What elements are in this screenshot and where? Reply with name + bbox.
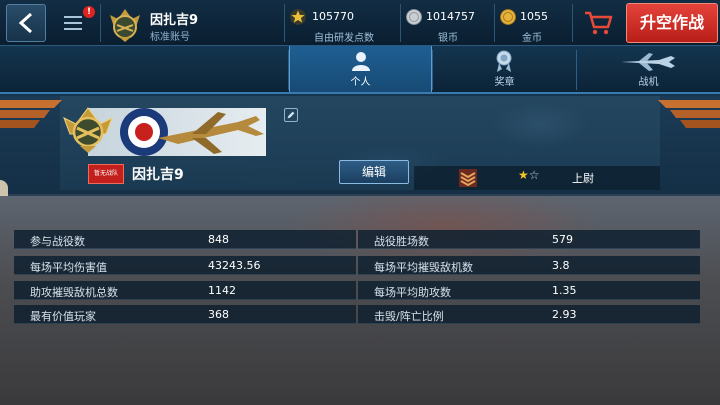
divider	[284, 4, 285, 42]
divider	[572, 4, 573, 42]
divider	[100, 4, 101, 42]
stat-value: 368	[208, 308, 229, 321]
stat-label: 每场平均伤害值	[30, 261, 107, 274]
rank-badge-icon[interactable]	[106, 5, 144, 43]
stat-label: 每场平均助攻数	[374, 286, 451, 299]
gold-value: 1055	[520, 10, 548, 23]
stat-value: 1.35	[552, 284, 577, 297]
account-type: 标准账号	[150, 32, 190, 43]
back-arrow-icon	[18, 12, 33, 34]
tab-bar: 个人 奖章 战机	[0, 46, 720, 94]
tab-label: 个人	[350, 77, 371, 88]
stat-label: 助攻摧毁敌机总数	[30, 286, 118, 299]
stat-row: 战役胜场数 579	[358, 230, 700, 249]
stat-label: 战役胜场数	[374, 235, 429, 248]
tab-aircraft[interactable]: 战机	[577, 46, 720, 92]
stat-label: 最有价值玩家	[30, 310, 96, 323]
divider	[494, 4, 495, 42]
stat-value: 1142	[208, 284, 236, 297]
stat-value: 848	[208, 233, 229, 246]
stat-row: 助攻摧毁敌机总数 1142	[14, 281, 356, 300]
notification-badge: !	[83, 6, 95, 18]
stat-row: 参与战役数 848	[14, 230, 356, 249]
silver-label: 银币	[438, 33, 458, 44]
gold-label: 金币	[522, 33, 542, 44]
edit-profile-button[interactable]: 编辑	[339, 160, 409, 184]
divider	[400, 4, 401, 42]
stat-value: 3.8	[552, 259, 570, 272]
research-points-value: 105770	[312, 10, 354, 23]
tab-label: 战机	[638, 77, 659, 88]
stat-label: 每场平均摧毁敌机数	[374, 261, 473, 274]
stat-label: 参与战役数	[30, 235, 85, 248]
stat-label: 击毁/阵亡比例	[374, 310, 444, 323]
research-points-label: 自由研发点数	[314, 33, 374, 44]
gold-coin-icon	[500, 9, 516, 25]
roundel-aircraft-image	[120, 108, 264, 156]
rank-emblem-icon	[63, 107, 113, 153]
menu-icon	[64, 16, 82, 30]
rank-stars: ★☆	[518, 168, 540, 182]
tab-personal[interactable]: 个人	[289, 46, 432, 92]
cart-icon	[585, 11, 613, 35]
stat-row: 每场平均助攻数 1.35	[358, 281, 700, 300]
stat-value: 43243.56	[208, 259, 261, 272]
top-bar: ! 因扎吉9 标准账号 105770 自由研发点数 1014757 银币 105…	[0, 0, 720, 46]
profile-name: 因扎吉9	[132, 167, 184, 183]
medal-icon	[496, 50, 512, 72]
stat-value: 2.93	[552, 308, 577, 321]
person-icon	[352, 52, 370, 71]
squad-tag: 暂无战队	[88, 164, 124, 184]
aircraft-icon	[621, 53, 675, 71]
back-button[interactable]	[6, 4, 46, 42]
stats-background	[0, 196, 720, 405]
stat-value: 579	[552, 233, 573, 246]
rank-chevron-icon	[459, 169, 477, 187]
profile-banner[interactable]	[88, 108, 266, 156]
stat-row: 每场平均伤害值 43243.56	[14, 256, 356, 275]
edit-banner-icon[interactable]	[284, 108, 298, 122]
silver-value: 1014757	[426, 10, 475, 23]
rank-name: 上尉	[572, 172, 594, 185]
tab-medals[interactable]: 奖章	[433, 46, 576, 92]
shop-button[interactable]	[578, 8, 618, 38]
player-name: 因扎吉9	[150, 13, 199, 28]
tab-label: 奖章	[494, 77, 515, 88]
wing-ornament-right	[658, 100, 720, 128]
stat-row: 最有价值玩家 368	[14, 305, 356, 324]
star-filled-icon: ★	[518, 168, 529, 182]
stat-row: 击毁/阵亡比例 2.93	[358, 305, 700, 324]
star-empty-icon: ☆	[528, 168, 540, 182]
launch-battle-button[interactable]: 升空作战	[626, 3, 718, 43]
stat-row: 每场平均摧毁敌机数 3.8	[358, 256, 700, 275]
wing-ornament-left	[0, 100, 62, 128]
silver-coin-icon	[406, 9, 422, 25]
star-icon	[290, 9, 306, 25]
